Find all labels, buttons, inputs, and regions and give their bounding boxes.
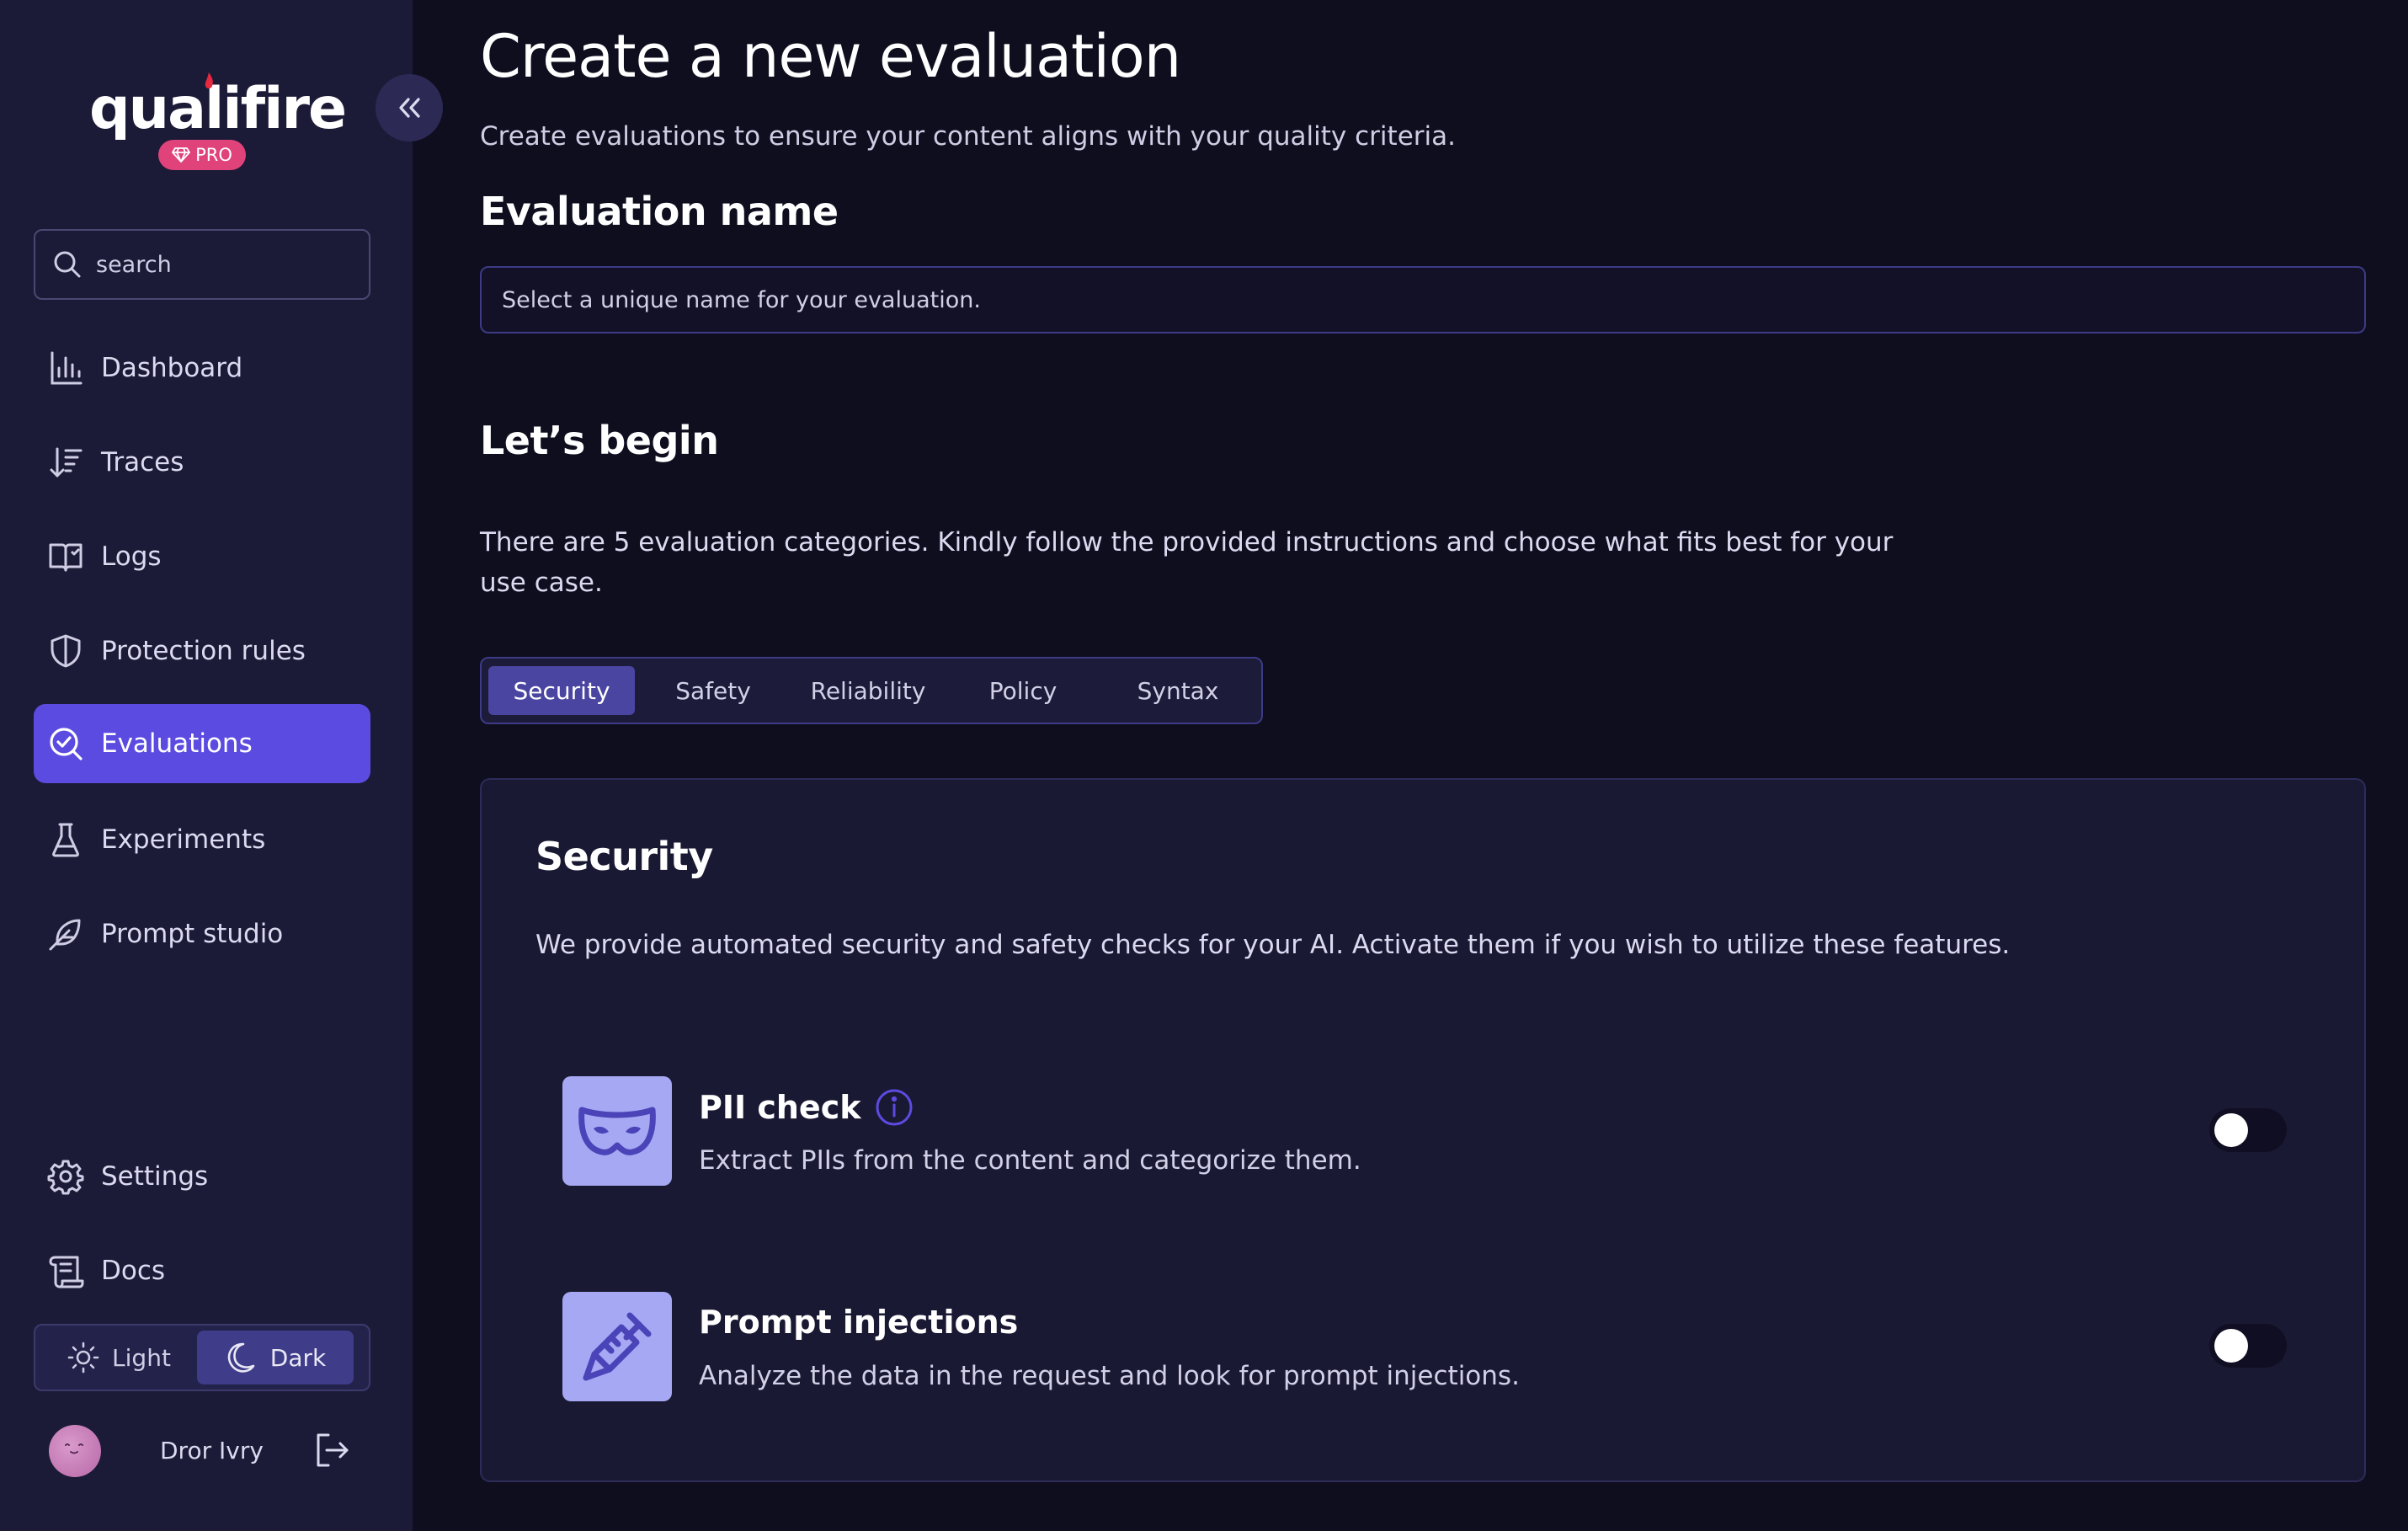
toggle-knob — [2214, 1113, 2248, 1147]
nav-label: Docs — [101, 1256, 166, 1286]
feature-pii-check: PII check Extract PIIs from the content … — [562, 1076, 2314, 1186]
user-name: Dror Ivry — [160, 1437, 264, 1464]
page-subtitle: Create evaluations to ensure your conten… — [480, 121, 1456, 152]
gear-icon — [47, 1160, 84, 1195]
avatar[interactable] — [49, 1425, 101, 1477]
sidebar: qualifire PRO Dashboard Traces — [0, 0, 413, 1531]
scroll-icon — [49, 1256, 84, 1288]
nav-label: Logs — [101, 541, 162, 572]
card-description: We provide automated security and safety… — [535, 930, 2011, 960]
pro-badge: PRO — [158, 140, 246, 170]
lets-begin-heading: Let’s begin — [480, 418, 719, 463]
card-title: Security — [535, 834, 713, 879]
evaluation-name-field[interactable] — [502, 286, 2337, 313]
user-profile: Dror Ivry — [49, 1423, 377, 1477]
theme-toggle[interactable]: Light Dark — [34, 1324, 370, 1391]
search-input[interactable] — [96, 251, 349, 278]
pro-badge-label: PRO — [195, 145, 232, 165]
tab-syntax[interactable]: Syntax — [1101, 666, 1255, 715]
security-card: Security We provide automated security a… — [480, 778, 2366, 1482]
shield-icon — [51, 634, 81, 668]
feature-icon-tile — [562, 1076, 672, 1186]
logout-icon[interactable] — [313, 1432, 350, 1469]
feature-name: Prompt injections — [699, 1304, 1019, 1341]
pii-check-toggle[interactable] — [2209, 1108, 2287, 1152]
collapse-sidebar-button[interactable] — [376, 74, 443, 141]
nav-item-protection-rules[interactable]: Protection rules — [34, 611, 370, 691]
prompt-injections-toggle[interactable] — [2209, 1324, 2287, 1368]
theme-light-button[interactable]: Light — [40, 1331, 197, 1384]
nav-label: Dashboard — [101, 353, 243, 383]
tab-safety[interactable]: Safety — [637, 666, 790, 715]
theme-light-label: Light — [112, 1343, 171, 1372]
search-icon — [54, 251, 81, 278]
bar-chart-icon — [51, 351, 83, 385]
theme-dark-button[interactable]: Dark — [197, 1331, 354, 1384]
feature-icon-tile — [562, 1292, 672, 1401]
nav-item-evaluations[interactable]: Evaluations — [34, 704, 370, 783]
sort-arrow-icon — [50, 447, 83, 477]
info-icon[interactable] — [875, 1088, 914, 1127]
nav-label: Evaluations — [101, 728, 253, 759]
nav-item-logs[interactable]: Logs — [34, 517, 370, 596]
categories-intro-text: There are 5 evaluation categories. Kindl… — [480, 527, 1894, 598]
feature-name: PII check — [699, 1089, 861, 1126]
tab-security[interactable]: Security — [488, 666, 636, 715]
tab-reliability[interactable]: Reliability — [791, 666, 945, 715]
search-check-icon — [50, 728, 83, 760]
nav-item-dashboard[interactable]: Dashboard — [34, 328, 370, 408]
avatar-face-icon — [65, 1443, 83, 1454]
nav-label: Prompt studio — [101, 919, 284, 949]
feature-prompt-injections: Prompt injections Analyze the data in th… — [562, 1292, 2314, 1401]
feature-description: Analyze the data in the request and look… — [699, 1361, 1520, 1391]
main-content: Create a new evaluation Create evaluatio… — [413, 0, 2408, 1531]
nav-item-experiments[interactable]: Experiments — [34, 800, 370, 879]
sun-icon — [67, 1342, 99, 1374]
moon-icon — [227, 1342, 255, 1373]
double-chevron-left-icon — [399, 98, 420, 118]
theme-dark-label: Dark — [269, 1343, 327, 1372]
evaluation-name-heading: Evaluation name — [480, 189, 839, 234]
feature-title-row: Prompt injections — [699, 1304, 1018, 1341]
evaluation-name-field-wrapper[interactable] — [480, 266, 2366, 333]
mask-icon — [578, 1107, 656, 1155]
search-input-wrapper[interactable] — [34, 229, 370, 300]
nav-label: Traces — [101, 447, 184, 477]
feather-icon — [49, 919, 81, 951]
nav-item-traces[interactable]: Traces — [34, 423, 370, 502]
book-icon — [49, 543, 83, 572]
toggle-knob — [2214, 1329, 2248, 1363]
nav-label: Experiments — [101, 824, 266, 855]
nav-label: Settings — [101, 1161, 209, 1192]
tab-policy[interactable]: Policy — [946, 666, 1100, 715]
qualifire-logo[interactable]: qualifire PRO — [89, 72, 347, 173]
flame-icon — [205, 72, 213, 88]
feature-title-row: PII check — [699, 1088, 914, 1127]
syringe-icon — [583, 1312, 652, 1381]
nav-item-prompt-studio[interactable]: Prompt studio — [34, 894, 370, 974]
nav-item-settings[interactable]: Settings — [34, 1137, 370, 1216]
nav-label: Protection rules — [101, 636, 306, 666]
nav-item-docs[interactable]: Docs — [34, 1231, 370, 1310]
page-title: Create a new evaluation — [480, 22, 1181, 91]
flask-icon — [52, 823, 79, 857]
diamond-icon — [172, 147, 190, 163]
category-tabs: Security Safety Reliability Policy Synta… — [480, 657, 1263, 724]
feature-description: Extract PIIs from the content and catego… — [699, 1145, 1361, 1176]
